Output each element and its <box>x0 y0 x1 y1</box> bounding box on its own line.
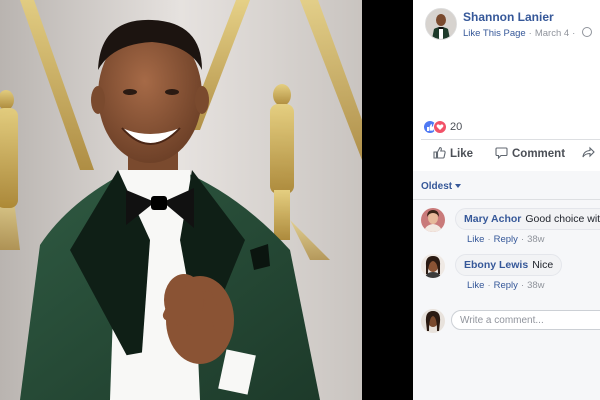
comment-meta: Like · Reply · 38w <box>467 234 545 245</box>
share-button[interactable] <box>582 146 599 162</box>
post-meta: Like This Page · March 4 · <box>463 27 593 39</box>
love-reaction-icon <box>433 119 447 134</box>
author-avatar[interactable] <box>425 8 457 40</box>
comment-time[interactable]: 38w <box>527 234 544 245</box>
post-sidebar: Shannon Lanier Like This Page · March 4 · 2… <box>413 0 600 400</box>
comment-bubble: Mary Achor Good choice with th <box>455 208 600 230</box>
share-arrow-icon <box>582 146 595 162</box>
meta-dot: · <box>520 280 525 291</box>
author-name-link[interactable]: Shannon Lanier <box>463 10 554 24</box>
write-comment-row: Write a comment... <box>421 307 600 335</box>
speech-bubble-icon <box>495 146 508 162</box>
write-comment-input[interactable]: Write a comment... <box>451 310 600 330</box>
lightbox-gutter <box>362 0 413 400</box>
current-user-avatar <box>421 309 445 333</box>
post-photo[interactable] <box>0 0 362 400</box>
comment-sort-label: Oldest <box>421 181 453 192</box>
comment-button-label: Comment <box>512 148 566 160</box>
commenter-avatar[interactable] <box>421 208 445 232</box>
comment-like-link[interactable]: Like <box>467 234 484 245</box>
like-button-label: Like <box>450 148 474 160</box>
comment-text: Good choice with th <box>525 213 600 225</box>
commenter-name-link[interactable]: Mary Achor <box>464 213 521 225</box>
comment-meta: Like · Reply · 38w <box>467 280 545 291</box>
current-user-avatar-image <box>421 309 445 333</box>
comment-like-link[interactable]: Like <box>467 280 484 291</box>
post-date[interactable]: March 4 <box>535 28 569 39</box>
commenter-avatar-image <box>421 208 445 232</box>
reactions-summary[interactable]: 20 <box>423 118 462 134</box>
commenter-name-link[interactable]: Ebony Lewis <box>464 259 528 271</box>
meta-separator: · <box>528 28 532 39</box>
like-page-link[interactable]: Like This Page <box>463 28 526 39</box>
meta-dot: · <box>487 280 491 291</box>
caret-down-icon <box>455 184 462 188</box>
divider <box>413 199 600 200</box>
reaction-count: 20 <box>450 120 463 133</box>
like-button[interactable]: Like <box>433 146 473 162</box>
author-avatar-image <box>426 9 456 39</box>
globe-icon <box>582 27 593 37</box>
man-in-tuxedo-image <box>0 0 362 400</box>
comment-text: Nice <box>532 259 554 271</box>
meta-dot: · <box>520 234 525 245</box>
post-actions: Like Comment <box>413 140 600 170</box>
comments-section: Oldest Mary Achor Good choice with th Lik… <box>413 171 600 400</box>
thumbs-up-icon <box>433 146 446 162</box>
comment-reply-link[interactable]: Reply <box>494 280 518 291</box>
comment-time[interactable]: 38w <box>527 280 544 291</box>
comment-button[interactable]: Comment <box>495 146 565 162</box>
meta-dot: · <box>487 234 491 245</box>
meta-separator-2: · <box>572 28 576 39</box>
commenter-avatar[interactable] <box>421 254 445 278</box>
post-header: Shannon Lanier Like This Page · March 4 · <box>413 0 600 60</box>
commenter-avatar-image <box>421 254 445 278</box>
comment-bubble: Ebony Lewis Nice <box>455 254 563 276</box>
comment-reply-link[interactable]: Reply <box>494 234 518 245</box>
comment-sort-dropdown[interactable]: Oldest <box>421 181 462 192</box>
